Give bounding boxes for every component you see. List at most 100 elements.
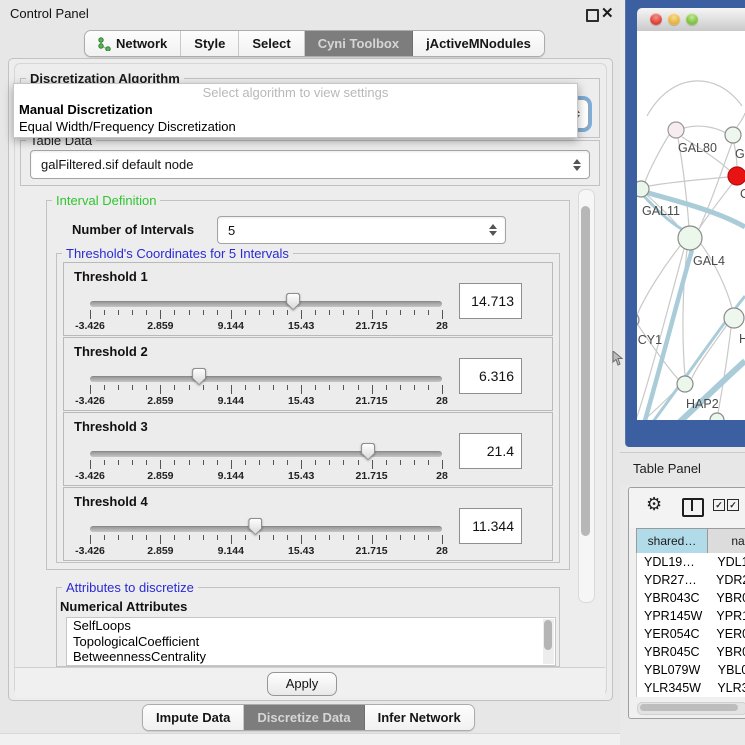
- threshold-label: Threshold 3: [74, 419, 148, 434]
- network-canvas[interactable]: GAL80GCGAL11GAL4GCY1HHAP2: [637, 31, 745, 420]
- tick-mark: [203, 310, 204, 315]
- column-header-shared[interactable]: shared…: [636, 528, 708, 554]
- algorithm-option[interactable]: Equal Width/Frequency Discretization: [14, 118, 577, 135]
- network-edge[interactable]: [647, 81, 742, 116]
- network-edge[interactable]: [684, 126, 726, 133]
- table-row[interactable]: YBR045CYBR0: [637, 643, 745, 661]
- checkbox-icon[interactable]: ✓: [713, 499, 725, 511]
- network-node-gal11[interactable]: [637, 181, 649, 197]
- tick-mark: [203, 535, 204, 540]
- table-row[interactable]: YBR043CYBR0: [637, 589, 745, 607]
- tick-mark: [301, 385, 302, 394]
- table-data-combobox[interactable]: galFiltered.sif default node: [30, 150, 590, 179]
- tick-mark: [386, 460, 387, 465]
- network-node-hap2[interactable]: [677, 376, 693, 392]
- tick-mark: [245, 535, 246, 540]
- zoom-traffic-light[interactable]: [686, 13, 698, 25]
- thumb-face: [193, 369, 205, 384]
- network-edge[interactable]: [649, 177, 728, 186]
- tab-label: Cyni Toolbox: [318, 36, 399, 51]
- number-of-intervals-combobox[interactable]: 5: [217, 216, 506, 244]
- tab-jactivemnodules[interactable]: jActiveMNodules: [413, 31, 544, 56]
- table-row[interactable]: YLR345WYLR3: [637, 679, 745, 697]
- network-window-titlebar[interactable]: [637, 8, 745, 32]
- slider-thumb[interactable]: [192, 368, 206, 385]
- tab-cyni-toolbox[interactable]: Cyni Toolbox: [305, 31, 413, 56]
- network-node-c[interactable]: [728, 167, 745, 185]
- columns-icon[interactable]: [682, 498, 704, 517]
- tab-impute-data[interactable]: Impute Data: [143, 705, 244, 730]
- close-icon[interactable]: ✕: [601, 4, 614, 22]
- tick-mark: [259, 385, 260, 390]
- tab-select[interactable]: Select: [239, 31, 304, 56]
- slider-track[interactable]: [90, 526, 442, 532]
- algorithm-dropdown-popup: Select algorithm to view settings Manual…: [13, 83, 578, 138]
- close-traffic-light[interactable]: [650, 13, 662, 25]
- slider-ticks: [90, 535, 442, 544]
- gear-icon[interactable]: ⚙: [646, 494, 662, 515]
- network-edge[interactable]: [718, 328, 731, 413]
- attribute-item[interactable]: TopologicalCoefficient: [67, 634, 555, 650]
- table-row[interactable]: YDR27…YDR2: [637, 571, 745, 589]
- table-row[interactable]: YDL19…YDL1: [637, 553, 745, 571]
- apply-button[interactable]: Apply: [267, 672, 337, 696]
- cell-name: YDL1: [712, 553, 745, 571]
- checkbox-icon[interactable]: ✓: [727, 499, 739, 511]
- network-node-gal80[interactable]: [668, 122, 684, 138]
- attribute-item[interactable]: BetweennessCentrality: [67, 649, 555, 665]
- numerical-attributes-list[interactable]: SelfLoopsTopologicalCoefficientBetweenne…: [66, 617, 556, 666]
- threshold-value-field[interactable]: 11.344: [459, 508, 522, 544]
- slider-thumb[interactable]: [248, 518, 262, 535]
- slider-thumb[interactable]: [286, 293, 300, 310]
- network-node-g[interactable]: [725, 127, 741, 143]
- tick-mark: [386, 385, 387, 390]
- scale-label: 21.715: [356, 545, 388, 557]
- table-horizontal-scrollbar[interactable]: [637, 702, 745, 715]
- network-node-partial[interactable]: [710, 413, 724, 420]
- threshold-panel: Threshold 4-3.4262.8599.14415.4321.71528…: [63, 487, 553, 561]
- tick-mark: [174, 460, 175, 465]
- table-row[interactable]: YER054CYER0: [637, 625, 745, 643]
- algorithm-option[interactable]: Manual Discretization: [14, 101, 577, 118]
- tick-mark: [245, 460, 246, 465]
- table-row[interactable]: YPR145WYPR1: [637, 607, 745, 625]
- tab-discretize-data[interactable]: Discretize Data: [244, 705, 364, 730]
- column-header-name[interactable]: na: [707, 528, 745, 554]
- network-node-gcy1[interactable]: [637, 313, 639, 327]
- scale-label: 9.144: [218, 470, 244, 482]
- tick-mark: [329, 310, 330, 315]
- network-edge[interactable]: [692, 325, 727, 378]
- scrollbar-thumb[interactable]: [581, 206, 590, 536]
- threshold-value-field[interactable]: 6.316: [459, 358, 522, 394]
- slider-thumb[interactable]: [361, 443, 375, 460]
- network-edge[interactable]: [699, 184, 732, 229]
- minimize-traffic-light[interactable]: [668, 13, 680, 25]
- network-edge[interactable]: [737, 113, 745, 127]
- panel-vertical-scrollbar[interactable]: [578, 189, 595, 603]
- threshold-value-field[interactable]: 21.4: [459, 433, 522, 469]
- network-edge[interactable]: [637, 246, 680, 315]
- tick-mark: [132, 535, 133, 540]
- attribute-item[interactable]: SelfLoops: [67, 618, 555, 634]
- table-row[interactable]: YBL079WYBL0: [637, 661, 745, 679]
- network-edge[interactable]: [645, 135, 669, 182]
- attributes-scrollbar[interactable]: [543, 619, 554, 664]
- scrollbar-thumb[interactable]: [544, 620, 552, 650]
- network-node-h[interactable]: [724, 308, 744, 328]
- tick-mark: [287, 385, 288, 390]
- tick-mark: [400, 535, 401, 540]
- threshold-label: Threshold 1: [74, 269, 148, 284]
- tick-mark: [132, 460, 133, 465]
- tab-network[interactable]: Network: [85, 31, 181, 56]
- threshold-value-field[interactable]: 14.713: [459, 283, 522, 319]
- float-window-icon[interactable]: [586, 9, 599, 22]
- tab-infer-network[interactable]: Infer Network: [365, 705, 474, 730]
- network-node-gal4[interactable]: [678, 226, 702, 250]
- slider-track[interactable]: [90, 301, 442, 307]
- tick-mark: [329, 460, 330, 465]
- node-label: GAL80: [678, 141, 717, 155]
- tab-style[interactable]: Style: [181, 31, 239, 56]
- scrollbar-thumb[interactable]: [640, 704, 738, 711]
- slider-track[interactable]: [90, 451, 442, 457]
- slider-track[interactable]: [90, 376, 442, 382]
